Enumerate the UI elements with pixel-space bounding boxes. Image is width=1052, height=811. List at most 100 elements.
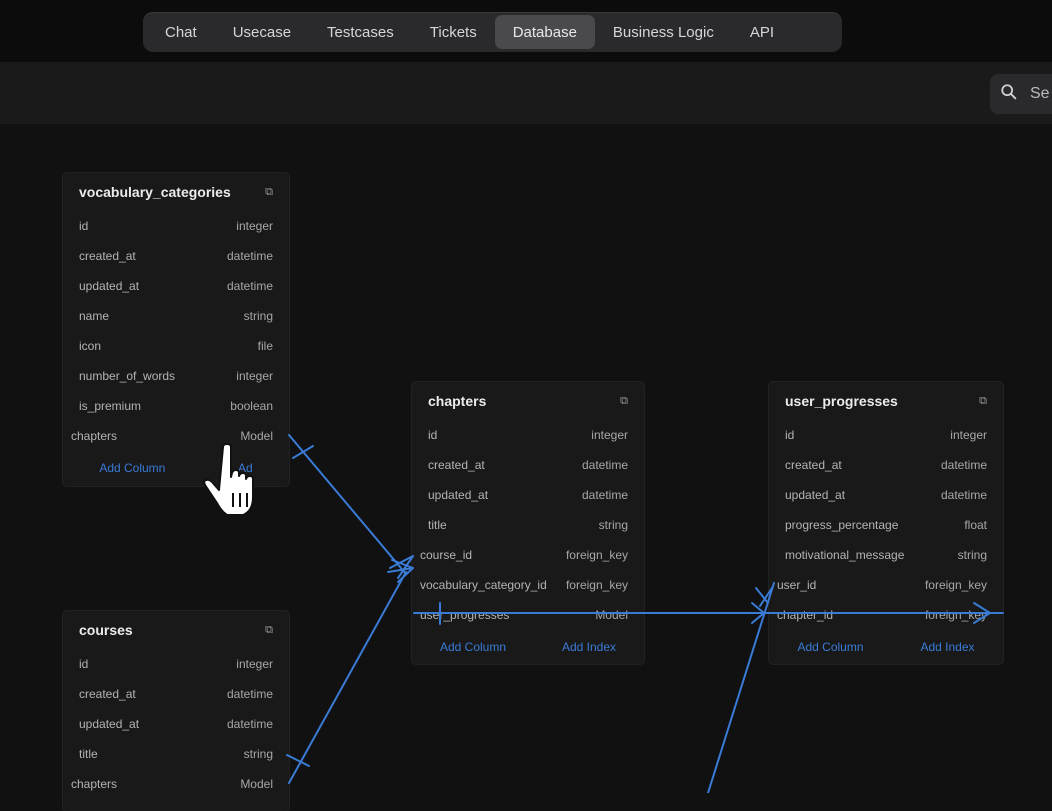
- field-name: user_progresses: [420, 608, 510, 622]
- field-type: foreign_key: [565, 578, 628, 592]
- field-type: string: [598, 518, 628, 532]
- table-row: user_progresses Model: [412, 600, 644, 630]
- table-row: updated_at datetime: [412, 480, 644, 510]
- field-name: id: [79, 219, 89, 233]
- table-header[interactable]: vocabulary_categories ⧉: [63, 173, 289, 211]
- external-link-icon[interactable]: ⧉: [979, 395, 987, 408]
- table-row: title string: [63, 739, 289, 769]
- tab-chat[interactable]: Chat: [147, 15, 215, 49]
- field-name: chapters: [71, 429, 118, 443]
- field-name: user_id: [777, 578, 817, 592]
- field-name: chapters: [71, 777, 118, 791]
- field-type: integer: [236, 369, 273, 383]
- field-type: foreign_key: [924, 608, 987, 622]
- table-row: id integer: [63, 211, 289, 241]
- table-title: user_progresses: [785, 393, 898, 409]
- tab-api[interactable]: API: [732, 15, 792, 49]
- field-name: title: [428, 518, 447, 532]
- field-name: created_at: [79, 687, 136, 701]
- external-link-icon[interactable]: ⧉: [265, 624, 273, 637]
- add-column-button[interactable]: Add Column: [99, 461, 165, 475]
- table-row: updated_at datetime: [63, 709, 289, 739]
- search-input[interactable]: [1030, 85, 1052, 103]
- field-type: integer: [950, 428, 987, 442]
- field-type: integer: [591, 428, 628, 442]
- add-column-button[interactable]: Add Column: [797, 640, 863, 654]
- tab-testcases[interactable]: Testcases: [309, 15, 412, 49]
- table-row: name string: [63, 301, 289, 331]
- table-header[interactable]: courses ⧉: [63, 611, 289, 649]
- field-name: updated_at: [785, 488, 846, 502]
- table-row: vocabulary_category_id foreign_key: [412, 570, 644, 600]
- table-chapters[interactable]: chapters ⧉ id integer created_at datetime …: [412, 382, 644, 664]
- field-name: course_id: [420, 548, 473, 562]
- hand-cursor-icon: [203, 443, 254, 515]
- external-link-icon[interactable]: ⧉: [620, 395, 628, 408]
- table-row: chapter_id foreign_key: [769, 600, 1003, 630]
- field-type: file: [257, 339, 273, 353]
- table-row: updated_at datetime: [63, 271, 289, 301]
- field-type: Model: [595, 608, 628, 622]
- field-type: integer: [236, 657, 273, 671]
- table-row: is_premium boolean: [63, 391, 289, 421]
- field-type: datetime: [581, 488, 628, 502]
- tab-business-logic[interactable]: Business Logic: [595, 15, 732, 49]
- tab-usecase[interactable]: Usecase: [215, 15, 309, 49]
- field-name: number_of_words: [79, 369, 176, 383]
- add-index-button[interactable]: Add Index: [920, 640, 974, 654]
- table-row: id integer: [769, 420, 1003, 450]
- table-header[interactable]: user_progresses ⧉: [769, 382, 1003, 420]
- field-type: datetime: [940, 458, 987, 472]
- field-type: foreign_key: [924, 578, 987, 592]
- field-type: datetime: [226, 717, 273, 731]
- field-name: id: [785, 428, 795, 442]
- field-type: string: [243, 747, 273, 761]
- field-type: datetime: [226, 249, 273, 263]
- search-icon: [1000, 83, 1018, 106]
- field-type: Model: [240, 429, 273, 443]
- table-row: motivational_message string: [769, 540, 1003, 570]
- add-column-button[interactable]: Add Column: [440, 640, 506, 654]
- field-name: is_premium: [79, 399, 142, 413]
- table-row: chapters Model: [63, 769, 289, 799]
- field-type: datetime: [226, 279, 273, 293]
- table-row: number_of_words integer: [63, 361, 289, 391]
- table-header[interactable]: chapters ⧉: [412, 382, 644, 420]
- field-type: string: [957, 548, 987, 562]
- table-row: created_at datetime: [412, 450, 644, 480]
- table-row: created_at datetime: [769, 450, 1003, 480]
- field-type: string: [243, 309, 273, 323]
- tab-database[interactable]: Database: [494, 15, 595, 49]
- table-title: courses: [79, 622, 133, 638]
- search-box[interactable]: [990, 74, 1052, 114]
- field-name: id: [428, 428, 438, 442]
- table-title: vocabulary_categories: [79, 184, 231, 200]
- field-type: datetime: [940, 488, 987, 502]
- field-type: datetime: [226, 687, 273, 701]
- field-name: updated_at: [79, 717, 140, 731]
- table-row: progress_percentage float: [769, 510, 1003, 540]
- table-courses[interactable]: courses ⧉ id integer created_at datetime u…: [63, 611, 289, 811]
- field-name: name: [79, 309, 110, 323]
- table-row: title string: [412, 510, 644, 540]
- add-index-button[interactable]: Add Index: [562, 640, 616, 654]
- table-row: id integer: [63, 649, 289, 679]
- field-type: float: [964, 518, 987, 532]
- table-actions: Add Column Add Index: [769, 630, 1003, 664]
- field-type: integer: [236, 219, 273, 233]
- field-name: title: [79, 747, 98, 761]
- external-link-icon[interactable]: ⧉: [265, 186, 273, 199]
- field-type: datetime: [581, 458, 628, 472]
- toolbar: [0, 62, 1052, 124]
- field-name: icon: [79, 339, 102, 353]
- table-actions: Add Column Add Index: [412, 630, 644, 664]
- field-name: updated_at: [428, 488, 489, 502]
- table-row: course_id foreign_key: [412, 540, 644, 570]
- field-name: progress_percentage: [785, 518, 899, 532]
- tab-tickets[interactable]: Tickets: [412, 15, 495, 49]
- table-vocabulary-categories[interactable]: vocabulary_categories ⧉ id integer create…: [63, 173, 289, 486]
- field-type: foreign_key: [565, 548, 628, 562]
- table-user-progresses[interactable]: user_progresses ⧉ id integer created_at da…: [769, 382, 1003, 664]
- table-row: user_id foreign_key: [769, 570, 1003, 600]
- field-type: Model: [240, 777, 273, 791]
